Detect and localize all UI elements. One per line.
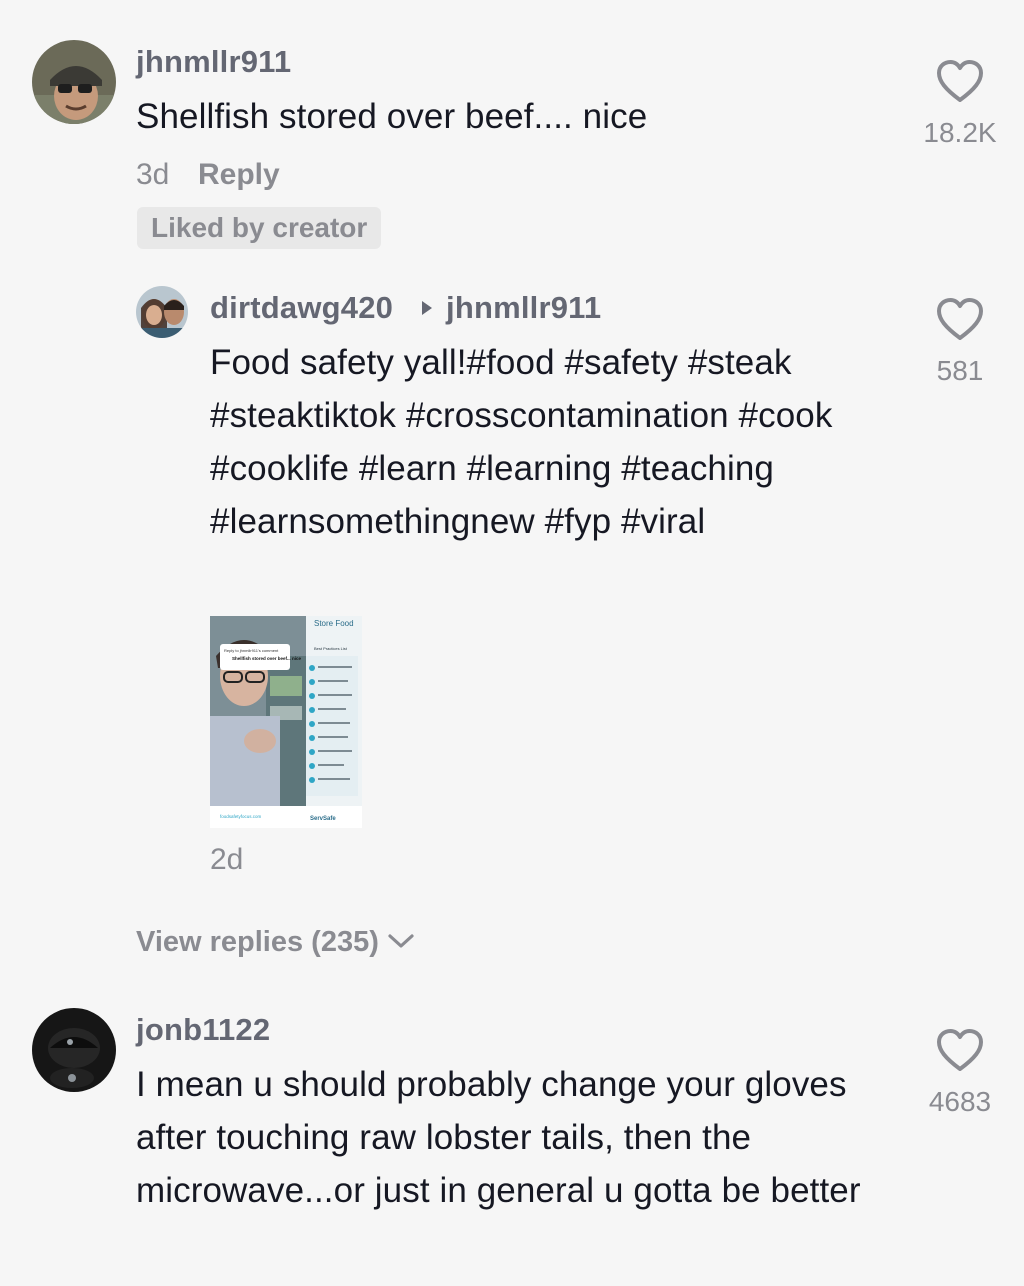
- like-control: 4683: [905, 1027, 1015, 1118]
- thumb-footer-link: foodsafetyfocus.com: [220, 814, 262, 819]
- comment-text: Shellfish stored over beef.... nice: [136, 97, 648, 136]
- thumb-subtitle: Best Practices List: [314, 646, 348, 651]
- heart-outline-icon[interactable]: [935, 58, 985, 109]
- heart-outline-icon[interactable]: [935, 1027, 985, 1078]
- reply-to-username[interactable]: jhnmllr911: [446, 290, 601, 326]
- comment-text: I mean u should probably change your glo…: [136, 1065, 861, 1210]
- chevron-down-icon: [387, 932, 415, 955]
- comment-age: 3d: [136, 158, 170, 191]
- thumb-overlay-text: Shellfish stored over beef... nice: [232, 656, 302, 661]
- comment-username[interactable]: jhnmllr911: [136, 44, 291, 80]
- reply-age: 2d: [210, 843, 244, 876]
- like-control: 581: [905, 296, 1015, 387]
- avatar[interactable]: [136, 286, 188, 338]
- like-count: 4683: [928, 1086, 992, 1117]
- like-count: 18.2K: [923, 117, 997, 148]
- caret-right-icon: [420, 299, 434, 322]
- like-control: 18.2K: [905, 58, 1015, 149]
- view-replies-button[interactable]: View replies (235): [136, 926, 415, 959]
- comment-username[interactable]: jonb1122: [136, 1012, 270, 1048]
- thumb-overlay-heading: Reply to jhnmllr911's comment: [224, 648, 279, 653]
- like-count: 581: [936, 355, 984, 386]
- avatar[interactable]: [32, 1008, 116, 1092]
- video-thumbnail[interactable]: Reply to jhnmllr911's comment Shellfish …: [210, 616, 362, 828]
- avatar[interactable]: [32, 40, 116, 124]
- view-replies-label: View replies (235): [136, 926, 379, 958]
- reply-username[interactable]: dirtdawg420: [210, 290, 393, 326]
- liked-by-creator-badge: Liked by creator: [137, 207, 382, 249]
- thumb-title: Store Food: [314, 619, 354, 628]
- reply-text: Food safety yall!#food #safety #steak #s…: [210, 343, 833, 541]
- thumb-brand: ServSafe: [310, 816, 336, 822]
- reply-button[interactable]: Reply: [198, 158, 280, 192]
- heart-outline-icon[interactable]: [935, 296, 985, 347]
